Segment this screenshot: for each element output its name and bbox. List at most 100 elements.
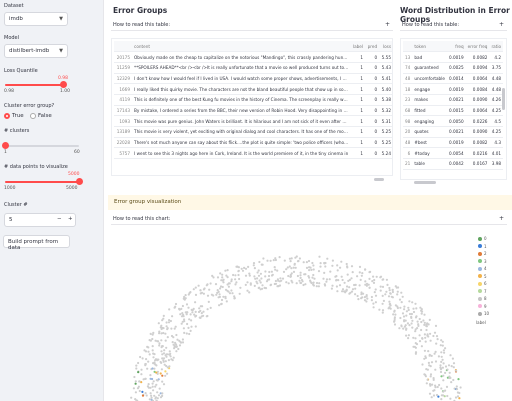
- table-cell: 21: [403, 158, 413, 170]
- clusters-slider[interactable]: [1, 142, 79, 149]
- slider-thumb[interactable]: [75, 178, 83, 185]
- scatter-point: [298, 257, 301, 260]
- plus-icon: +: [384, 21, 390, 28]
- how-to-read-table-expander[interactable]: How to read this table: +: [111, 19, 393, 31]
- legend-item[interactable]: 6: [478, 281, 487, 286]
- table-row[interactable]: 4119 This is definitely one of the best K…: [114, 94, 392, 106]
- table-row[interactable]: 18 engage 0.0019 0.0084 4.48: [403, 83, 504, 95]
- scatter-point: [348, 286, 351, 289]
- scatter-point: [429, 375, 432, 378]
- scatter-point: [387, 295, 391, 298]
- column-header[interactable]: error freq: [465, 41, 490, 53]
- how-to-read-chart-expander[interactable]: How to read this chart: +: [111, 213, 507, 225]
- table-row[interactable]: 22028 There's not much anyone can say abo…: [114, 137, 392, 149]
- scatter-point: [354, 287, 357, 290]
- column-header[interactable]: content: [132, 41, 351, 53]
- table-row[interactable]: 20 quotes 0.0021 0.0090 4.25: [403, 126, 504, 138]
- scatter-point: [381, 294, 384, 297]
- scatter-point: [188, 332, 191, 336]
- slider-thumb[interactable]: [1, 142, 9, 149]
- column-header[interactable]: ratio: [489, 41, 504, 53]
- column-header[interactable]: token: [412, 41, 447, 53]
- legend-item[interactable]: 4: [478, 266, 487, 271]
- scatter-point: [401, 312, 405, 315]
- column-header[interactable]: label: [350, 41, 366, 53]
- slider-fill: [5, 84, 64, 86]
- table-row[interactable]: 23 makes 0.0021 0.0090 4.26: [403, 94, 504, 106]
- table-row[interactable]: 13189 This movie is very violent, yet exc…: [114, 126, 392, 138]
- radio-true[interactable]: True: [4, 113, 24, 119]
- plus-icon[interactable]: +: [68, 216, 73, 222]
- dataset-select[interactable]: imdb ▼: [4, 12, 68, 26]
- legend-item[interactable]: 9: [478, 304, 487, 309]
- scatter-point: [337, 279, 340, 282]
- scatter-point: [176, 338, 179, 341]
- slider-thumb[interactable]: [60, 81, 68, 88]
- column-header[interactable]: freq: [446, 41, 466, 53]
- scatter-point: [299, 274, 302, 277]
- table-cell: 5.24: [379, 147, 392, 160]
- legend-item[interactable]: 3: [478, 259, 487, 264]
- table-row[interactable]: 13 bad 0.0019 0.0082 4.2: [403, 51, 504, 63]
- loss-quantile-slider[interactable]: [5, 81, 68, 88]
- table-row[interactable]: 17143 By mistake, I ordered a series from…: [114, 105, 392, 117]
- scatter-point: [308, 269, 311, 272]
- table-row[interactable]: 11259 **SPOILERS AHEAD**<br /><br />It is…: [114, 62, 392, 74]
- legend-item[interactable]: 5: [478, 274, 487, 279]
- scatter-point: [221, 285, 224, 289]
- table-row[interactable]: 48 #best 0.0019 0.0082 4.3: [403, 137, 504, 149]
- scatter-point: [162, 317, 165, 320]
- legend-item[interactable]: 0: [478, 236, 487, 241]
- scatter-point: [299, 276, 302, 279]
- legend-swatch: [478, 236, 482, 241]
- cluster-n-stepper[interactable]: 5 − +: [4, 213, 76, 227]
- scatter-point: [221, 273, 224, 276]
- legend-item[interactable]: 7: [478, 289, 487, 294]
- table-row[interactable]: 74 guaranteed 0.0025 0.0094 3.75: [403, 62, 504, 74]
- horizontal-scrollbar[interactable]: [374, 178, 384, 181]
- scatter-point: [178, 339, 181, 342]
- vertical-scrollbar[interactable]: [502, 88, 505, 110]
- radio-false[interactable]: False: [30, 113, 52, 119]
- cluster-n-value[interactable]: 5: [9, 217, 13, 223]
- scatter-point: [328, 278, 331, 281]
- points-slider[interactable]: [5, 178, 83, 185]
- column-header[interactable]: [403, 41, 413, 53]
- horizontal-scrollbar-2[interactable]: [414, 181, 436, 184]
- table-row[interactable]: 21 table 0.0042 0.0167 3.98: [403, 158, 504, 170]
- column-header[interactable]: pred: [365, 41, 380, 53]
- legend-item[interactable]: 10: [478, 311, 489, 316]
- table-row[interactable]: 48 uncomfortable 0.0014 0.0064 4.48: [403, 73, 504, 85]
- table-row[interactable]: 6 #today 0.0054 0.0216 4.01: [403, 147, 504, 160]
- scatter-point: [227, 282, 230, 285]
- column-header[interactable]: [114, 41, 133, 53]
- table-row[interactable]: 1669 I really liked this quirky movie. Th…: [114, 83, 392, 95]
- scatter-plot[interactable]: [108, 228, 512, 401]
- legend-item[interactable]: 1: [478, 244, 487, 249]
- table-row[interactable]: 98 engaging 0.0050 0.0226 4.5: [403, 115, 504, 127]
- minus-icon[interactable]: −: [57, 216, 62, 222]
- scatter-point: [372, 281, 376, 284]
- table-cell: 0.0054: [446, 147, 466, 160]
- how-to-read-table-expander-2[interactable]: How to read this table: +: [400, 19, 507, 31]
- model-select[interactable]: distilbert-imdb ▼: [4, 44, 68, 58]
- legend-item[interactable]: 2: [478, 251, 487, 256]
- scatter-point: [239, 286, 242, 289]
- table-row[interactable]: 5757 I went to see this 3 nights ago here…: [114, 147, 392, 160]
- table-row[interactable]: 12329 I don't know how I would feel if I …: [114, 73, 392, 85]
- error-group-viz-banner: Error group visualization: [108, 195, 512, 210]
- table-row[interactable]: 68 fitted 0.0015 0.0064 4.25: [403, 105, 504, 117]
- scatter-point: [246, 281, 249, 284]
- column-header[interactable]: loss: [379, 41, 392, 53]
- scatter-point: [452, 378, 455, 382]
- table-cell: 0.0019: [446, 51, 466, 63]
- scatter-point: [166, 372, 169, 375]
- table-row[interactable]: 1093 This movie was pure genius. John Wat…: [114, 115, 392, 127]
- scatter-point: [237, 273, 240, 277]
- model-label: Model: [4, 35, 20, 41]
- scatter-point: [156, 372, 159, 375]
- build-prompt-button[interactable]: Build prompt from data: [3, 235, 70, 251]
- scatter-point: [394, 285, 397, 288]
- legend-item[interactable]: 8: [478, 296, 487, 301]
- table-row[interactable]: 20175 Obviously made on the cheap to capi…: [114, 51, 392, 63]
